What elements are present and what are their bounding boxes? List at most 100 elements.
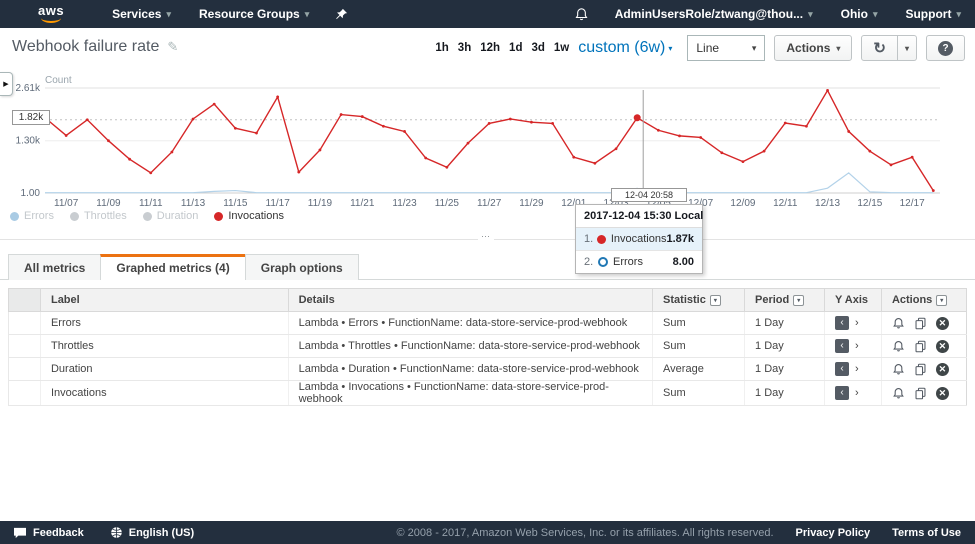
legend-item-errors[interactable]: Errors [10, 210, 54, 222]
table-row-duration: DurationLambda • Duration • FunctionName… [9, 358, 967, 381]
table-row-invocations: InvocationsLambda • Invocations • Functi… [9, 381, 967, 406]
legend-item-duration[interactable]: Duration [143, 210, 199, 222]
speech-bubble-icon [13, 527, 27, 539]
time-range-1d[interactable]: 1d [509, 42, 522, 54]
actions-button[interactable]: Actions ▾ [774, 35, 852, 61]
y-axis-left-button[interactable]: ‹ [835, 386, 849, 400]
create-alarm-bell-icon[interactable] [892, 363, 905, 376]
refresh-split-button: ↻ ▾ [861, 35, 917, 61]
chart-type-select[interactable]: Line ▾ [687, 35, 765, 61]
y-axis-left-button[interactable]: ‹ [835, 339, 849, 353]
details-cell: Lambda • Duration • FunctionName: data-s… [288, 358, 652, 381]
duplicate-icon[interactable] [914, 317, 927, 330]
notifications-bell-icon[interactable] [562, 0, 601, 28]
tooltip-metric-label: Invocations [611, 233, 667, 245]
create-alarm-bell-icon[interactable] [892, 317, 905, 330]
create-alarm-bell-icon[interactable] [892, 340, 905, 353]
metrics-chart[interactable]: Count2.61k1.30k1.0011/0711/0911/1111/131… [0, 70, 975, 212]
terms-of-use-link[interactable]: Terms of Use [892, 527, 961, 539]
arrow-right-icon: ▶ [3, 80, 8, 88]
resize-handle-icon[interactable]: ⋯ [478, 231, 494, 242]
x-icon: ✕ [936, 317, 949, 330]
statistic-cell: Sum [653, 312, 745, 335]
feedback-button[interactable]: Feedback [0, 527, 97, 539]
nav-resource-groups[interactable]: Resource Groups ▾ [185, 0, 323, 28]
chevron-down-icon: ▾ [752, 43, 757, 54]
nav-services-label: Services [112, 7, 161, 21]
refresh-button[interactable]: ↻ [861, 35, 898, 61]
nav-account-menu[interactable]: AdminUsersRole/ztwang@thou... ▾ [601, 0, 827, 28]
time-range-3d[interactable]: 3d [531, 42, 544, 54]
edit-title-pencil-icon[interactable]: ✎ [167, 39, 178, 55]
graphed-metrics-table: Label Details Statistic▾ Period▾ Y Axis … [8, 288, 967, 406]
tooltip-timestamp: 2017-12-04 15:30 Local [576, 205, 702, 228]
chevron-down-icon: ▾ [166, 9, 171, 20]
statistic-cell: Sum [653, 381, 745, 406]
actions-cell: ✕ [881, 381, 966, 406]
help-button[interactable]: ? [926, 35, 965, 61]
y-axis-left-button[interactable]: ‹ [835, 362, 849, 376]
x-icon: ✕ [936, 340, 949, 353]
remove-metric-icon[interactable]: ✕ [936, 317, 949, 330]
create-alarm-bell-icon[interactable] [892, 387, 905, 400]
y-axis-right-button[interactable]: › [853, 363, 861, 375]
refresh-icon: ↻ [873, 41, 886, 56]
chevron-down-icon: ▾ [956, 9, 961, 20]
svg-text:11/19: 11/19 [308, 198, 333, 209]
aws-smile-icon [41, 17, 61, 23]
svg-text:11/25: 11/25 [435, 198, 460, 209]
y-axis-left-button[interactable]: ‹ [835, 316, 849, 330]
legend-item-throttles[interactable]: Throttles [70, 210, 127, 222]
time-range-custom[interactable]: custom (6w) ▾ [578, 39, 672, 57]
chevron-down-icon: ▾ [836, 44, 840, 53]
y-axis-right-button[interactable]: › [853, 317, 861, 329]
chevron-down-icon: ▾ [808, 9, 813, 20]
nav-services[interactable]: Services ▾ [98, 0, 185, 28]
time-range-1h[interactable]: 1h [435, 42, 448, 54]
column-edit-icon[interactable]: ▾ [936, 295, 947, 306]
svg-text:11/23: 11/23 [392, 198, 417, 209]
time-range-12h[interactable]: 12h [480, 42, 500, 54]
statistic-header-label: Statistic [663, 294, 706, 306]
actions-header-label: Actions [892, 294, 932, 306]
duplicate-icon[interactable] [914, 340, 927, 353]
details-column-header: Details [288, 289, 652, 312]
legend-item-invocations[interactable]: Invocations [214, 210, 284, 222]
row-actions: ✕ [892, 387, 956, 400]
label-cell: Errors [40, 312, 288, 335]
x-icon: ✕ [936, 363, 949, 376]
y-axis-right-button[interactable]: › [853, 387, 861, 399]
remove-metric-icon[interactable]: ✕ [936, 387, 949, 400]
duplicate-icon[interactable] [914, 363, 927, 376]
feedback-label: Feedback [33, 527, 84, 539]
language-selector[interactable]: English (US) [97, 526, 207, 539]
tab-all-metrics[interactable]: All metrics [8, 254, 101, 280]
time-range-1w[interactable]: 1w [554, 42, 569, 54]
sidebar-expand-toggle[interactable]: ▶ [0, 72, 13, 96]
top-nav: aws Services ▾ Resource Groups ▾ AdminUs… [0, 0, 975, 28]
duplicate-icon[interactable] [914, 387, 927, 400]
time-range-3h[interactable]: 3h [458, 42, 471, 54]
tab-graphed-metrics-4-[interactable]: Graphed metrics (4) [100, 254, 245, 280]
nav-support-menu[interactable]: Support ▾ [891, 0, 975, 28]
column-edit-icon[interactable]: ▾ [793, 295, 804, 306]
remove-metric-icon[interactable]: ✕ [936, 363, 949, 376]
legend-dot-icon [10, 212, 19, 221]
privacy-policy-link[interactable]: Privacy Policy [796, 527, 871, 539]
time-range-custom-label: custom (6w) [578, 39, 665, 57]
svg-text:11/11: 11/11 [139, 198, 163, 209]
tab-graph-options[interactable]: Graph options [245, 254, 359, 280]
column-edit-icon[interactable]: ▾ [710, 295, 721, 306]
pin-icon[interactable] [323, 0, 360, 28]
remove-metric-icon[interactable]: ✕ [936, 340, 949, 353]
statistic-column-header: Statistic ▾ [653, 289, 745, 312]
globe-icon [110, 526, 123, 539]
nav-region-menu[interactable]: Ohio ▾ [827, 0, 892, 28]
actions-cell: ✕ [881, 335, 966, 358]
y-axis-right-button[interactable]: › [853, 340, 861, 352]
hover-y-axis-value: 1.82k [12, 110, 50, 125]
tooltip-metric-label: Errors [613, 256, 673, 268]
crosshair-time-label: 12-04 20:58 [611, 188, 687, 202]
aws-logo[interactable]: aws [38, 5, 64, 23]
refresh-options-button[interactable]: ▾ [898, 35, 917, 61]
